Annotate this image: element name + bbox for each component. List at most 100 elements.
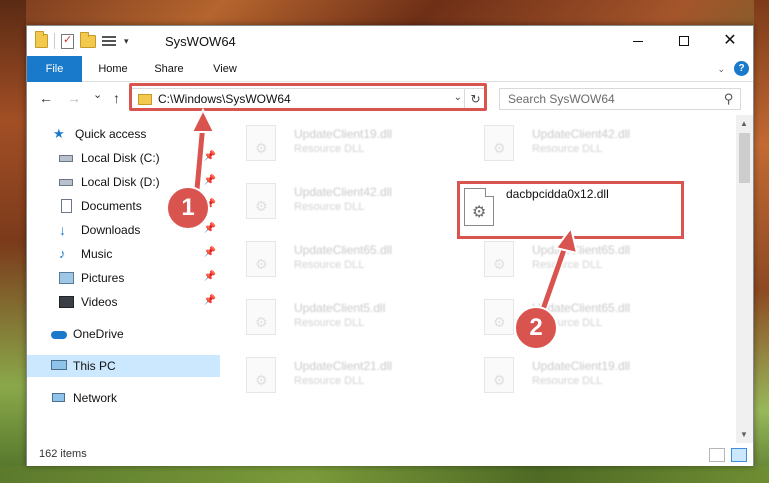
pin-icon[interactable]: 📌 bbox=[204, 223, 216, 234]
star-icon: ★ bbox=[53, 126, 65, 141]
dll-file-icon bbox=[484, 241, 514, 277]
properties-icon[interactable] bbox=[61, 33, 74, 49]
minimize-button[interactable] bbox=[615, 26, 661, 56]
sidebar-item-network[interactable]: Network bbox=[27, 387, 220, 409]
close-icon: ✕ bbox=[723, 32, 737, 49]
documents-icon bbox=[59, 199, 75, 213]
sidebar-item-music[interactable]: ♪ Music 📌 bbox=[27, 243, 220, 265]
dll-file-icon bbox=[246, 299, 276, 335]
file-item[interactable]: UpdateClient19.dll Resource DLL bbox=[224, 115, 454, 167]
title-bar: ▾ SysWOW64 ✕ bbox=[27, 26, 753, 56]
dll-file-icon bbox=[246, 357, 276, 393]
pictures-icon bbox=[59, 271, 75, 285]
highlighted-file-name: dacbpcidda0x12.dll bbox=[506, 187, 609, 201]
file-item[interactable]: UpdateClient5.dll Resource DLL bbox=[224, 289, 454, 341]
close-button[interactable]: ✕ bbox=[707, 26, 753, 56]
dll-file-icon bbox=[246, 125, 276, 161]
details-view-icon[interactable] bbox=[709, 448, 725, 462]
sidebar-item-label: This PC bbox=[73, 359, 116, 373]
sidebar-item-label: OneDrive bbox=[73, 327, 124, 341]
toolbar-divider bbox=[54, 33, 55, 49]
file-type: Resource DLL bbox=[532, 375, 603, 387]
sidebar-item-onedrive[interactable]: OneDrive bbox=[27, 323, 220, 345]
sidebar-item-label: Videos bbox=[81, 295, 118, 309]
file-type: Resource DLL bbox=[294, 143, 365, 155]
dll-file-icon bbox=[484, 357, 514, 393]
videos-icon bbox=[59, 295, 75, 309]
search-icon: ⚲ bbox=[724, 91, 734, 106]
sidebar-item-label: Local Disk (D:) bbox=[81, 175, 160, 189]
maximize-button[interactable] bbox=[661, 26, 707, 56]
tab-file[interactable]: File bbox=[27, 56, 82, 82]
status-bar: 162 items bbox=[27, 444, 753, 466]
downloads-icon: ↓ bbox=[59, 222, 66, 238]
file-type: Resource DLL bbox=[532, 143, 603, 155]
help-icon[interactable]: ? bbox=[734, 61, 749, 76]
pin-icon[interactable]: 📌 bbox=[204, 295, 216, 306]
drive-icon bbox=[59, 151, 75, 165]
sidebar-item-label: Pictures bbox=[81, 271, 125, 285]
file-item[interactable]: UpdateClient19.dll Resource DLL bbox=[462, 347, 692, 399]
pin-icon[interactable]: 📌 bbox=[204, 151, 216, 162]
sidebar-item-videos[interactable]: Videos 📌 bbox=[27, 291, 220, 313]
scroll-thumb[interactable] bbox=[739, 133, 750, 183]
search-input[interactable] bbox=[508, 92, 708, 106]
customize-toolbar-icon[interactable]: ▾ bbox=[124, 36, 129, 47]
dll-file-icon bbox=[484, 299, 514, 335]
ribbon: File Home Share View ⌄ ? bbox=[27, 56, 753, 82]
tab-view[interactable]: View bbox=[197, 56, 253, 82]
this-pc-icon bbox=[51, 359, 67, 373]
vertical-scrollbar[interactable]: ▲ ▼ bbox=[736, 115, 753, 443]
sidebar-item-this-pc[interactable]: This PC bbox=[27, 355, 220, 377]
forward-arrow-icon[interactable]: → bbox=[67, 90, 81, 106]
view-list-icon[interactable] bbox=[102, 35, 118, 48]
new-folder-icon[interactable] bbox=[80, 31, 96, 48]
folder-icon bbox=[35, 31, 48, 48]
pin-icon[interactable]: 📌 bbox=[204, 271, 216, 282]
up-arrow-icon[interactable]: ↑ bbox=[113, 90, 120, 106]
sidebar-item-pictures[interactable]: Pictures 📌 bbox=[27, 267, 220, 289]
sidebar-item-label: Downloads bbox=[81, 223, 141, 237]
file-type: Resource DLL bbox=[294, 201, 365, 213]
dll-file-icon bbox=[246, 241, 276, 277]
recent-locations-icon[interactable]: ⌄ bbox=[93, 88, 102, 101]
back-arrow-icon[interactable]: ← bbox=[39, 90, 53, 106]
item-count: 162 items bbox=[39, 448, 87, 460]
file-item[interactable]: UpdateClient65.dll Resource DLL bbox=[224, 231, 454, 283]
search-box[interactable]: ⚲ bbox=[499, 88, 741, 110]
pin-icon[interactable]: 📌 bbox=[204, 247, 216, 258]
tab-share[interactable]: Share bbox=[141, 56, 197, 82]
file-item[interactable]: UpdateClient42.dll Resource DLL bbox=[224, 173, 454, 225]
file-item[interactable]: UpdateClient65.dll Resource DLL bbox=[462, 289, 692, 341]
large-icons-view-icon[interactable] bbox=[731, 448, 747, 462]
scroll-down-icon[interactable]: ▼ bbox=[740, 430, 748, 439]
sidebar-item-local-disk-c[interactable]: Local Disk (C:) 📌 bbox=[27, 147, 220, 169]
highlighted-dll-file[interactable]: dacbpcidda0x12.dll bbox=[457, 181, 684, 239]
file-type: Resource DLL bbox=[294, 375, 365, 387]
file-name: UpdateClient42.dll bbox=[294, 185, 393, 199]
pin-icon[interactable]: 📌 bbox=[204, 175, 216, 186]
dll-file-icon bbox=[484, 125, 514, 161]
expand-ribbon-icon[interactable]: ⌄ bbox=[717, 64, 725, 75]
file-name: UpdateClient19.dll bbox=[294, 127, 393, 141]
address-bar-highlight bbox=[129, 83, 487, 111]
step-1-badge: 1 bbox=[166, 186, 210, 230]
network-icon bbox=[51, 391, 67, 405]
file-type: Resource DLL bbox=[294, 259, 365, 271]
sidebar-item-label: Music bbox=[81, 247, 113, 261]
sidebar-item-label: Local Disk (C:) bbox=[81, 151, 160, 165]
navigation-pane: ★ Quick access Local Disk (C:) 📌 Local D… bbox=[27, 121, 220, 441]
file-name: UpdateClient21.dll bbox=[294, 359, 393, 373]
sidebar-item-label: Documents bbox=[81, 199, 142, 213]
file-item[interactable]: UpdateClient21.dll Resource DLL bbox=[224, 347, 454, 399]
dll-file-icon bbox=[464, 188, 494, 226]
desktop-wallpaper-left bbox=[0, 0, 26, 483]
dll-file-icon bbox=[246, 183, 276, 219]
scroll-up-icon[interactable]: ▲ bbox=[740, 119, 748, 128]
file-item[interactable]: UpdateClient42.dll Resource DLL bbox=[462, 115, 692, 167]
maximize-icon bbox=[679, 36, 689, 46]
window-controls: ✕ bbox=[615, 26, 753, 56]
tab-home[interactable]: Home bbox=[85, 56, 141, 82]
sidebar-item-quick-access[interactable]: ★ Quick access bbox=[27, 123, 220, 145]
file-type: Resource DLL bbox=[294, 317, 365, 329]
